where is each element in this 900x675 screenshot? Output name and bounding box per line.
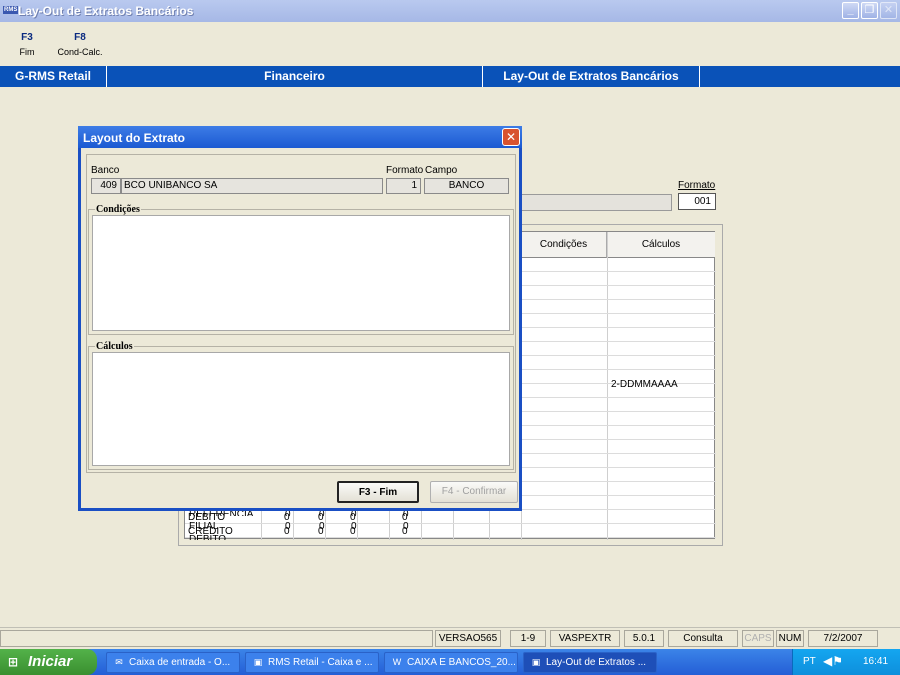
fkey-key: F8	[74, 32, 86, 43]
dialog-titlebar: Layout do Extrato ✕	[78, 126, 522, 148]
dialog-title: Layout do Extrato	[83, 131, 186, 145]
status-app-version: 5.0.1	[624, 630, 664, 647]
campo-field: BANCO	[424, 178, 509, 194]
clock[interactable]: 16:41	[863, 656, 888, 667]
banco-label: Banco	[91, 165, 120, 176]
grid-header-condicoes[interactable]: Condições	[521, 232, 607, 258]
taskbar-item-rms-caixa[interactable]: ▣ RMS Retail - Caixa e ...	[245, 652, 379, 673]
layout-extrato-dialog: Layout do Extrato ✕ Banco 409 BCO UNIBAN…	[78, 126, 522, 511]
status-bar: VERSAO565 1-9 VASPEXTR 5.0.1 Consulta CA…	[0, 627, 900, 647]
close-button[interactable]: ✕	[880, 2, 897, 19]
calculos-group: Cálculos	[88, 341, 514, 470]
grid-cell: 0	[402, 526, 408, 537]
fkey-f3-fim[interactable]: F3 Fim	[14, 32, 40, 57]
status-message	[0, 630, 433, 647]
status-range: 1-9	[510, 630, 546, 647]
background-description-field	[518, 194, 672, 211]
task-label: Lay-Out de Extratos ...	[546, 657, 647, 668]
task-label: CAIXA E BANCOS_20...	[407, 657, 516, 668]
taskbar: ⊞ Iniciar ✉ Caixa de entrada - O... ▣ RM…	[0, 649, 900, 675]
start-label: Iniciar	[28, 653, 73, 670]
calculos-group-label: Cálculos	[95, 341, 134, 352]
status-num: NUM	[776, 630, 804, 647]
banco-name-field: BCO UNIBANCO SA	[121, 178, 383, 194]
formato-field[interactable]: 001	[678, 193, 716, 210]
nav-system[interactable]: G-RMS Retail	[0, 66, 107, 87]
grid-row-name-credito[interactable]: CREDITO	[188, 525, 233, 538]
taskbar-item-layout[interactable]: ▣ Lay-Out de Extratos ...	[523, 652, 657, 673]
calculos-textarea[interactable]	[92, 352, 510, 466]
fkey-label: Fim	[19, 47, 35, 57]
condicoes-group-label: Condições	[95, 204, 141, 215]
nav-module[interactable]: Financeiro	[107, 66, 483, 87]
grid-cell: 0	[402, 512, 408, 523]
grid-cell: 0	[350, 512, 356, 523]
window-titlebar: RMS Lay-Out de Extratos Bancários _ ❐ ✕	[0, 0, 900, 22]
dialog-body-frame: Banco 409 BCO UNIBANCO SA Formato Campo …	[86, 154, 516, 473]
grid-header-calculos[interactable]: Cálculos	[607, 232, 715, 258]
condicoes-textarea[interactable]	[92, 215, 510, 331]
module-navbar: G-RMS Retail Financeiro Lay-Out de Extra…	[0, 66, 900, 87]
grid-cell: 0	[284, 512, 290, 523]
grid-cell-calculo[interactable]: 2-DDMMAAAA	[611, 378, 678, 391]
condicoes-group: Condições	[88, 204, 514, 335]
language-indicator[interactable]: PT	[803, 656, 816, 667]
formato-label: Formato	[386, 165, 424, 176]
mail-icon: ✉	[115, 657, 123, 667]
rms-icon: ▣	[253, 657, 263, 667]
banco-code-field: 409	[91, 178, 121, 194]
confirmar-button[interactable]: F4 - Confirmar	[430, 481, 518, 503]
grid-row-name-debito[interactable]: DEBITO	[188, 511, 225, 524]
dialog-close-button[interactable]: ✕	[502, 128, 520, 146]
nav-screen[interactable]: Lay-Out de Extratos Bancários	[483, 66, 700, 87]
grid-cell: 0	[284, 526, 290, 537]
status-caps: CAPS	[742, 630, 774, 647]
app-icon: RMS	[3, 6, 19, 14]
status-program: VASPEXTR	[550, 630, 620, 647]
task-label: Caixa de entrada - O...	[129, 657, 231, 668]
main-client-area: F3 Fim F8 Cond-Calc. G-RMS Retail Financ…	[0, 22, 900, 627]
rms-icon: ▣	[531, 657, 541, 667]
formato-field: 1	[386, 178, 421, 194]
fkey-f8-cond-calc[interactable]: F8 Cond-Calc.	[52, 32, 108, 57]
fim-button[interactable]: F3 - Fim	[337, 481, 419, 503]
minimize-button[interactable]: _	[842, 2, 859, 19]
restore-button[interactable]: ❐	[861, 2, 878, 19]
campo-label: Campo	[425, 165, 458, 176]
status-version: VERSAO565	[435, 630, 501, 647]
taskbar-item-mail[interactable]: ✉ Caixa de entrada - O...	[106, 652, 240, 673]
grid-cell: 0	[350, 526, 356, 537]
window-title: Lay-Out de Extratos Bancários	[18, 4, 194, 18]
network-icon[interactable]: ◀⚑	[823, 654, 843, 668]
taskbar-item-word[interactable]: W CAIXA E BANCOS_20...	[384, 652, 518, 673]
system-tray: PT ◀⚑ 16:41	[792, 649, 900, 675]
fkey-key: F3	[21, 32, 33, 43]
start-button[interactable]: ⊞ Iniciar	[0, 649, 97, 675]
task-label: RMS Retail - Caixa e ...	[268, 657, 373, 668]
grid-cell: 0	[318, 526, 324, 537]
fkey-label: Cond-Calc.	[57, 47, 103, 57]
windows-flag-icon: ⊞	[8, 655, 19, 669]
word-icon: W	[392, 657, 402, 667]
status-mode: Consulta	[668, 630, 738, 647]
status-date: 7/2/2007	[808, 630, 878, 647]
formato-label: Formato	[678, 180, 716, 191]
grid-cell: 0	[318, 512, 324, 523]
